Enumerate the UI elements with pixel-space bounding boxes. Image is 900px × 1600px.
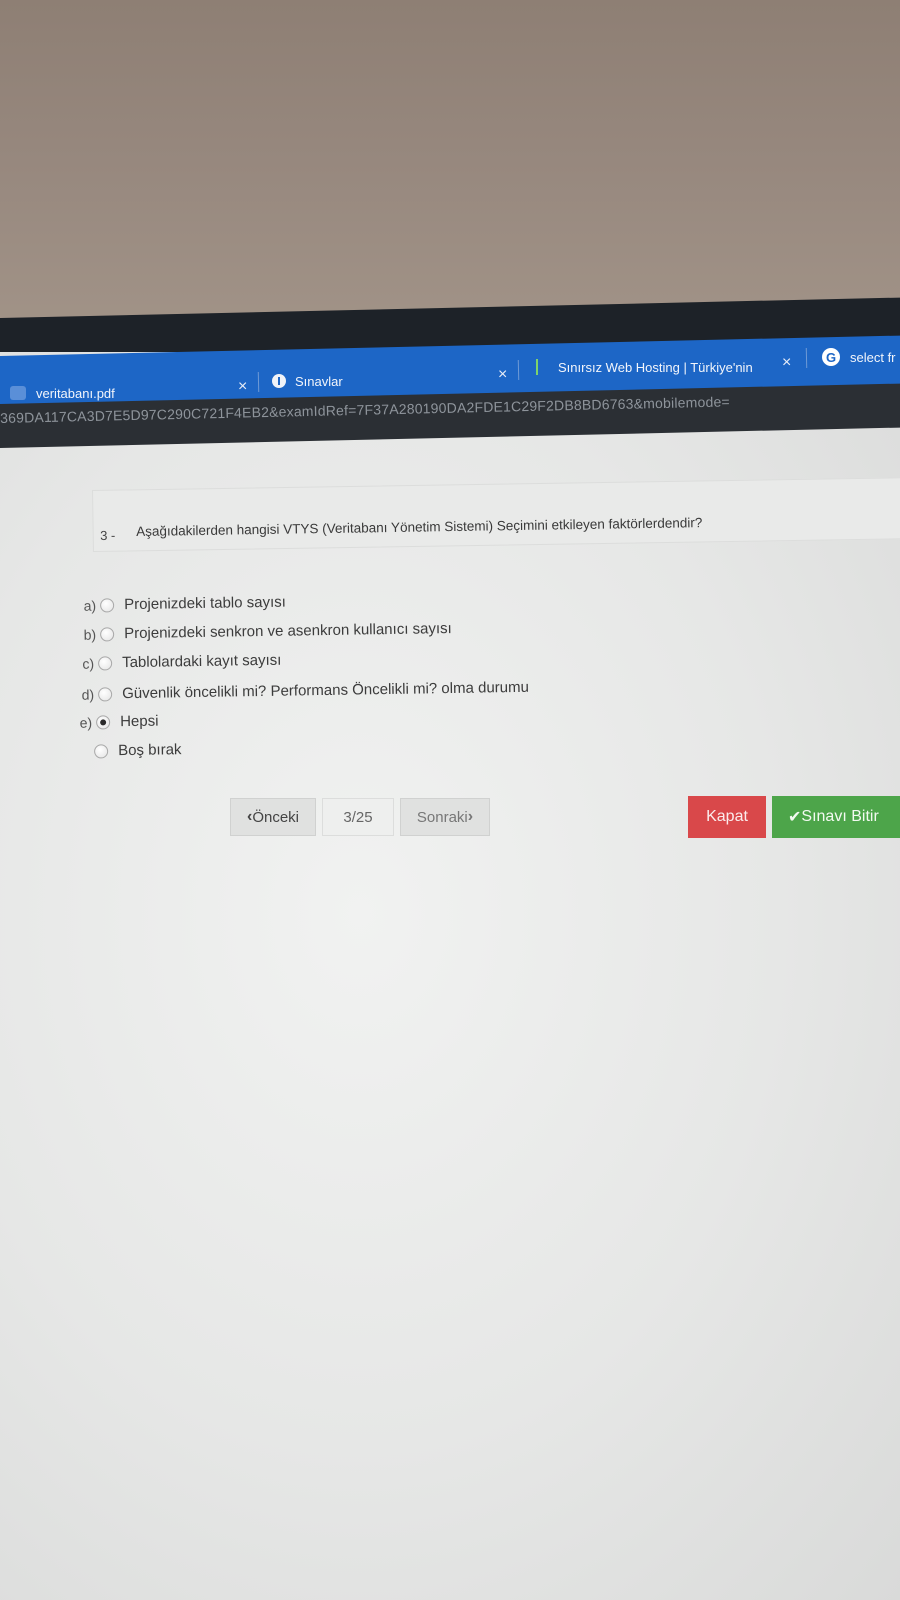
question-box <box>92 477 900 552</box>
option-letter: a) <box>83 597 97 614</box>
tab-close-button[interactable]: × <box>498 360 507 390</box>
tab-label: Sınavlar <box>295 373 343 389</box>
tab-label: Sınırsız Web Hosting | Türkiye'nin <box>558 359 753 375</box>
pdf-icon <box>10 386 26 400</box>
tab-google-select[interactable]: G select fr <box>822 342 896 372</box>
finish-label: Sınavı Bitir <box>801 808 879 825</box>
option-label: Projenizdeki tablo sayısı <box>123 593 286 614</box>
radio-button-selected[interactable] <box>96 714 111 730</box>
option-label: Tablolardaki kayıt sayısı <box>121 651 282 672</box>
close-exam-button[interactable]: Kapat <box>688 796 766 838</box>
option-a[interactable]: a) Projenizdeki tablo sayısı <box>70 594 286 614</box>
question-counter: 3/25 <box>322 798 394 836</box>
radio-button[interactable] <box>94 743 109 759</box>
checkmark-icon: ✔ <box>788 809 802 826</box>
previous-label: Önceki <box>252 808 299 826</box>
option-skip[interactable]: Boş bırak <box>64 741 182 760</box>
previous-button[interactable]: ‹ Önceki <box>230 798 316 836</box>
next-button[interactable]: Sonraki › <box>400 798 490 836</box>
radio-button[interactable] <box>98 655 113 671</box>
tab-label: veritabanı.pdf <box>36 385 115 401</box>
radio-button[interactable] <box>98 686 113 702</box>
option-c[interactable]: c) Tablolardaki kayıt sayısı <box>68 652 281 672</box>
info-icon <box>272 374 286 388</box>
option-label: Hepsi <box>119 712 159 731</box>
hosting-icon <box>536 359 546 375</box>
option-letter: c) <box>82 655 95 672</box>
tab-label: select fr <box>850 349 896 365</box>
option-letter: b) <box>83 626 97 643</box>
close-icon[interactable]: × <box>498 366 507 384</box>
option-letter: d) <box>81 686 95 703</box>
close-icon[interactable]: × <box>782 354 791 372</box>
tab-close-button[interactable]: × <box>782 348 791 378</box>
question-number: 3 - <box>100 527 116 543</box>
radio-button[interactable] <box>100 597 115 613</box>
google-icon: G <box>822 348 840 366</box>
radio-button[interactable] <box>100 626 115 642</box>
option-label: Boş bırak <box>117 741 182 760</box>
finish-exam-button[interactable]: ✔ Sınavı Bitir <box>772 796 900 838</box>
next-label: Sonraki <box>416 808 468 826</box>
tab-web-hosting[interactable]: Sınırsız Web Hosting | Türkiye'nin <box>536 352 753 382</box>
chevron-right-icon: › <box>467 808 474 825</box>
option-e[interactable]: e) Hepsi <box>66 713 159 731</box>
option-letter: e) <box>79 714 93 731</box>
close-icon[interactable]: × <box>238 378 247 396</box>
tab-sinavlar[interactable]: Sınavlar <box>272 366 343 396</box>
